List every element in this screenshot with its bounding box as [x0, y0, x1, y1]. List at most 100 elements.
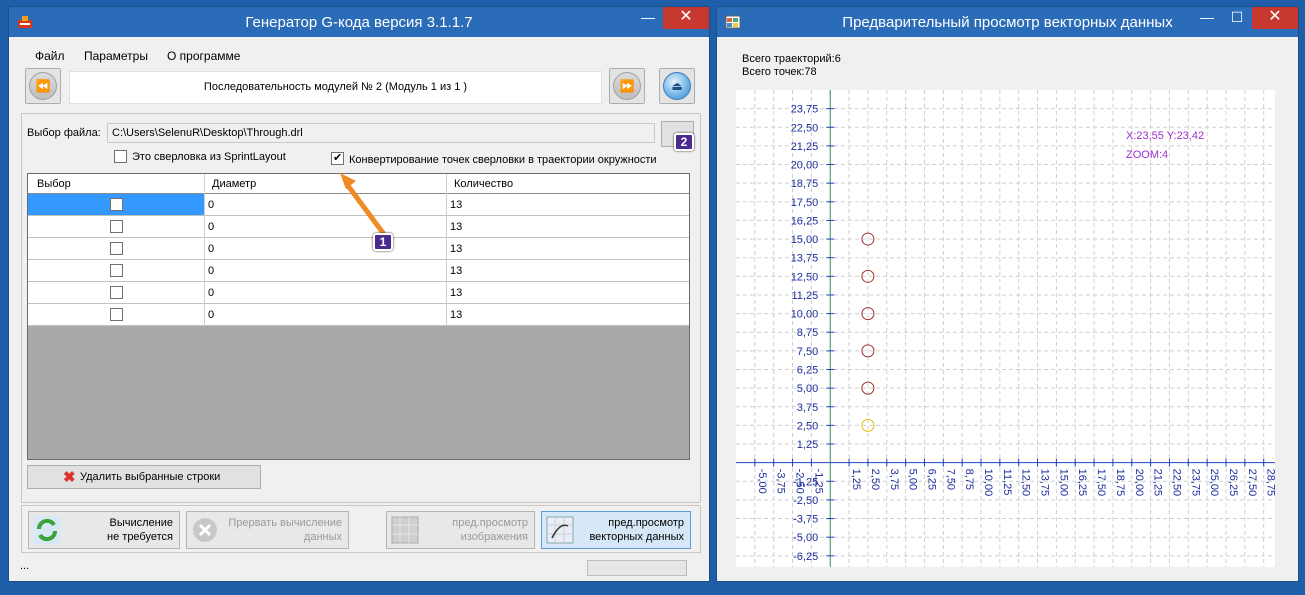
progress-bar: [587, 560, 687, 576]
status-bar: ...: [10, 558, 708, 580]
x-tick-label: -3,75: [775, 469, 787, 494]
convert-points-label: Конвертирование точек сверловки в траект…: [349, 154, 657, 166]
table-row[interactable]: 0 13: [28, 282, 689, 304]
x-tick-label: 10,00: [982, 469, 994, 497]
calculation-button[interactable]: Вычисление не требуется: [28, 511, 180, 549]
y-tick-label: 13,75: [791, 253, 819, 265]
menu-about[interactable]: О программе: [167, 49, 240, 63]
x-tick-label: 23,75: [1189, 469, 1201, 497]
column-header-select[interactable]: Выбор: [37, 178, 71, 190]
row-select-checkbox[interactable]: [110, 242, 123, 255]
y-tick-label: 6,25: [797, 364, 818, 376]
y-tick-label: 18,75: [791, 178, 819, 190]
y-tick-label: -5,00: [793, 532, 818, 544]
x-tick-label: 3,75: [888, 469, 900, 490]
x-tick-label: 27,50: [1246, 469, 1258, 497]
preview-vector-label: пред.просмотр векторных данных: [589, 517, 684, 543]
y-tick-label: 22,50: [791, 122, 819, 134]
x-tick-label: 2,50: [869, 469, 881, 490]
close-button[interactable]: ✕: [1252, 7, 1298, 29]
row-select-checkbox[interactable]: [110, 198, 123, 211]
menu-bar: Файл Параметры О программе: [15, 45, 703, 67]
row-select-checkbox[interactable]: [110, 308, 123, 321]
coordinate-readout: X:23,55 Y:23,42: [1126, 130, 1204, 142]
refresh-icon: [33, 516, 61, 544]
y-tick-label: 7,50: [797, 346, 818, 358]
preview-image-button[interactable]: пред.просмотр изображения: [386, 511, 535, 549]
x-tick-label: -2,50: [794, 469, 806, 494]
delete-selected-rows-button[interactable]: ✖ Удалить выбранные строки: [27, 465, 261, 489]
calculation-label: Вычисление не требуется: [107, 517, 173, 543]
prev-module-button[interactable]: ⏪: [25, 68, 61, 104]
row-select-checkbox[interactable]: [110, 286, 123, 299]
vector-plot[interactable]: 23,75 22,50 21,25 20,00 18,75 17,50 16,25 15,00…: [736, 90, 1277, 567]
count-cell[interactable]: 13: [450, 265, 462, 277]
delete-icon: ✖: [63, 469, 76, 486]
x-tick-label: 8,75: [963, 469, 975, 490]
minimize-button[interactable]: —: [1192, 7, 1222, 29]
menu-file[interactable]: Файл: [35, 49, 65, 63]
file-path-field[interactable]: C:\Users\SelenuR\Desktop\Through.drl: [107, 123, 655, 143]
maximize-button[interactable]: ☐: [1222, 7, 1252, 29]
preview-title-bar[interactable]: Предварительный просмотр векторных данны…: [717, 7, 1298, 37]
sprintlayout-label: Это сверловка из SprintLayout: [132, 151, 286, 163]
count-cell[interactable]: 13: [450, 221, 462, 233]
vector-plot-svg[interactable]: 23,75 22,50 21,25 20,00 18,75 17,50 16,25 15,00…: [736, 90, 1277, 567]
vector-preview-icon: [546, 516, 574, 544]
diameter-cell[interactable]: 0: [208, 309, 214, 321]
x-tick-label: 22,50: [1170, 469, 1182, 497]
x-tick-label: 5,00: [907, 469, 919, 490]
points-count: Всего точек:78: [742, 66, 817, 78]
image-preview-icon: [391, 516, 419, 544]
module-sequence-label: Последовательность модулей № 2 (Модуль 1…: [69, 71, 602, 104]
y-tick-label: 10,00: [791, 309, 819, 321]
column-header-diameter[interactable]: Диаметр: [212, 178, 256, 190]
menu-parameters[interactable]: Параметры: [84, 49, 148, 63]
column-header-count[interactable]: Количество: [454, 178, 513, 190]
x-tick-label: 17,50: [1095, 469, 1107, 497]
diameter-cell[interactable]: 0: [208, 221, 214, 233]
table-row[interactable]: 0 13: [28, 304, 689, 326]
stop-icon: [193, 518, 217, 542]
y-tick-label: 16,25: [791, 215, 819, 227]
y-tick-label: 11,25: [792, 290, 819, 302]
eject-button[interactable]: ⏏: [659, 68, 695, 104]
count-cell[interactable]: 13: [450, 199, 462, 211]
gcode-generator-window: Генератор G-кода версия 3.1.1.7 — ✕ Файл…: [8, 6, 710, 582]
x-tick-label: 11,25: [1001, 469, 1013, 496]
y-tick-label: -6,25: [793, 551, 818, 563]
fast-forward-icon: ⏩: [613, 72, 641, 100]
abort-calculation-button[interactable]: Прервать вычисление данных: [186, 511, 349, 549]
y-tick-label: 8,75: [797, 327, 818, 339]
next-module-button[interactable]: ⏩: [609, 68, 645, 104]
sprintlayout-checkbox[interactable]: [114, 150, 127, 163]
y-tick-label: 15,00: [791, 234, 819, 246]
y-tick-label: 1,25: [797, 439, 818, 451]
diameter-cell[interactable]: 0: [208, 243, 214, 255]
row-select-checkbox[interactable]: [110, 264, 123, 277]
window-title: Генератор G-кода версия 3.1.1.7: [245, 14, 473, 31]
x-tick-label: 26,25: [1227, 469, 1239, 497]
count-cell[interactable]: 13: [450, 309, 462, 321]
y-tick-label: 17,50: [791, 197, 819, 209]
preview-vector-button[interactable]: пред.просмотр векторных данных: [541, 511, 691, 549]
table-row[interactable]: 0 13: [28, 260, 689, 282]
diameter-cell[interactable]: 0: [208, 199, 214, 211]
diameter-cell[interactable]: 0: [208, 287, 214, 299]
x-tick-label: 7,50: [944, 469, 956, 490]
diameter-cell[interactable]: 0: [208, 265, 214, 277]
title-bar[interactable]: Генератор G-кода версия 3.1.1.7 — ✕: [9, 7, 709, 37]
x-tick-label: 1,25: [850, 469, 862, 490]
count-cell[interactable]: 13: [450, 243, 462, 255]
x-tick-label: 28,75: [1265, 469, 1275, 497]
row-select-checkbox[interactable]: [110, 220, 123, 233]
close-button[interactable]: ✕: [663, 7, 709, 29]
count-cell[interactable]: 13: [450, 287, 462, 299]
file-label: Выбор файла:: [27, 127, 101, 139]
convert-points-checkbox[interactable]: [331, 151, 344, 165]
y-tick-label: 5,00: [797, 383, 818, 395]
y-tick-label: 12,50: [791, 271, 819, 283]
minimize-button[interactable]: —: [633, 7, 663, 29]
y-tick-label: 21,25: [791, 141, 819, 153]
x-tick-label: 21,25: [1152, 469, 1164, 497]
